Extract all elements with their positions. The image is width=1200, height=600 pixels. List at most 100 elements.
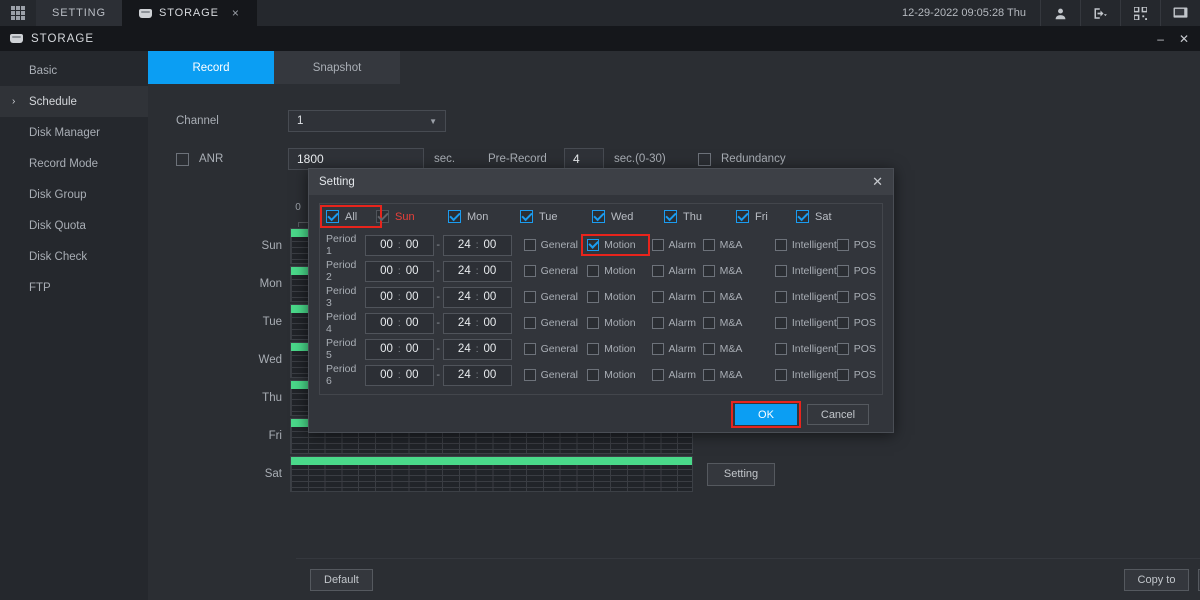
checkbox-icon[interactable] — [775, 265, 787, 277]
checkbox-icon[interactable] — [796, 210, 809, 223]
event-pos[interactable]: POS — [837, 239, 876, 251]
checkbox-icon[interactable] — [587, 343, 599, 355]
event-ma[interactable]: M&A — [703, 265, 761, 277]
event-general[interactable]: General — [524, 291, 587, 303]
ok-button[interactable]: OK — [735, 404, 797, 425]
sidebar-item-disk-check[interactable]: Disk Check — [0, 241, 148, 272]
day-checkbox-all[interactable]: All — [326, 210, 376, 223]
event-alarm[interactable]: Alarm — [652, 343, 703, 355]
default-button[interactable]: Default — [310, 569, 373, 591]
period-start-time[interactable]: 00 : 00 — [365, 261, 434, 282]
checkbox-icon[interactable] — [652, 239, 664, 251]
close-icon[interactable]: × — [232, 6, 240, 20]
event-intelligent[interactable]: Intelligent — [775, 291, 837, 303]
copy-to-button[interactable]: Copy to — [1124, 569, 1190, 591]
event-alarm[interactable]: Alarm — [652, 369, 703, 381]
user-icon[interactable] — [1040, 0, 1080, 26]
checkbox-icon[interactable] — [524, 239, 536, 251]
topbar-tab-setting[interactable]: SETTING — [36, 0, 123, 26]
checkbox-icon[interactable] — [664, 210, 677, 223]
period-end-time[interactable]: 24 : 00 — [443, 313, 512, 334]
event-intelligent[interactable]: Intelligent — [775, 317, 837, 329]
minimize-icon[interactable]: – — [1157, 32, 1165, 46]
period-start-time[interactable]: 00 : 00 — [365, 235, 434, 256]
checkbox-icon[interactable] — [775, 317, 787, 329]
day-checkbox-thu[interactable]: Thu — [664, 210, 736, 223]
close-icon[interactable]: ✕ — [872, 174, 883, 190]
sidebar-item-disk-group[interactable]: Disk Group — [0, 179, 148, 210]
checkbox-icon[interactable] — [736, 210, 749, 223]
sidebar-item-disk-quota[interactable]: Disk Quota — [0, 210, 148, 241]
checkbox-icon[interactable] — [587, 317, 599, 329]
checkbox-icon[interactable] — [652, 265, 664, 277]
event-motion[interactable]: Motion — [587, 239, 643, 251]
checkbox-icon[interactable] — [775, 369, 787, 381]
period-start-time[interactable]: 00 : 00 — [365, 313, 434, 334]
checkbox-icon[interactable] — [587, 369, 599, 381]
event-alarm[interactable]: Alarm — [652, 265, 703, 277]
schedule-track[interactable] — [290, 456, 693, 492]
event-intelligent[interactable]: Intelligent — [775, 239, 837, 251]
topbar-tab-storage[interactable]: STORAGE × — [123, 0, 257, 26]
event-intelligent[interactable]: Intelligent — [775, 343, 837, 355]
checkbox-icon[interactable] — [837, 317, 849, 329]
event-ma[interactable]: M&A — [703, 239, 761, 251]
event-pos[interactable]: POS — [837, 343, 876, 355]
event-alarm[interactable]: Alarm — [652, 317, 703, 329]
checkbox-icon[interactable] — [703, 343, 715, 355]
event-pos[interactable]: POS — [837, 291, 876, 303]
event-motion[interactable]: Motion — [587, 343, 643, 355]
checkbox-icon[interactable] — [837, 343, 849, 355]
channel-select[interactable]: 1 ▼ — [288, 110, 446, 132]
checkbox-icon[interactable] — [652, 317, 664, 329]
checkbox-icon[interactable] — [775, 291, 787, 303]
event-ma[interactable]: M&A — [703, 369, 761, 381]
checkbox-icon[interactable] — [524, 369, 536, 381]
event-general[interactable]: General — [524, 265, 587, 277]
event-motion[interactable]: Motion — [587, 369, 643, 381]
event-ma[interactable]: M&A — [703, 317, 761, 329]
event-intelligent[interactable]: Intelligent — [775, 265, 837, 277]
checkbox-icon[interactable] — [837, 369, 849, 381]
sidebar-item-disk-manager[interactable]: Disk Manager — [0, 117, 148, 148]
checkbox-icon[interactable] — [775, 343, 787, 355]
period-end-time[interactable]: 24 : 00 — [443, 235, 512, 256]
day-checkbox-fri[interactable]: Fri — [736, 210, 796, 223]
prerecord-input[interactable]: 4 — [564, 148, 604, 170]
sidebar-item-ftp[interactable]: FTP — [0, 272, 148, 303]
day-checkbox-wed[interactable]: Wed — [592, 210, 664, 223]
checkbox-icon[interactable] — [837, 265, 849, 277]
grid-menu-button[interactable] — [0, 0, 36, 26]
sidebar-item-schedule[interactable]: › Schedule — [0, 86, 148, 117]
checkbox-icon[interactable] — [587, 291, 599, 303]
event-general[interactable]: General — [524, 369, 587, 381]
event-general[interactable]: General — [524, 239, 587, 251]
event-general[interactable]: General — [524, 343, 587, 355]
day-checkbox-mon[interactable]: Mon — [448, 210, 520, 223]
monitor-icon[interactable] — [1160, 0, 1200, 26]
event-motion[interactable]: Motion — [587, 317, 643, 329]
checkbox-icon[interactable] — [592, 210, 605, 223]
checkbox-icon[interactable] — [703, 265, 715, 277]
checkbox-icon[interactable] — [524, 343, 536, 355]
logout-icon[interactable] — [1080, 0, 1120, 26]
event-motion[interactable]: Motion — [587, 291, 643, 303]
tab-record[interactable]: Record — [148, 51, 274, 84]
close-icon[interactable]: ✕ — [1179, 32, 1190, 46]
period-end-time[interactable]: 24 : 00 — [443, 365, 512, 386]
day-checkbox-sun[interactable]: Sun — [376, 210, 448, 223]
checkbox-icon[interactable] — [652, 369, 664, 381]
period-start-time[interactable]: 00 : 00 — [365, 287, 434, 308]
checkbox-icon[interactable] — [703, 239, 715, 251]
period-start-time[interactable]: 00 : 00 — [365, 365, 434, 386]
checkbox-icon[interactable] — [524, 317, 536, 329]
checkbox-icon[interactable] — [376, 210, 389, 223]
sidebar-item-record-mode[interactable]: Record Mode — [0, 148, 148, 179]
qr-icon[interactable] — [1120, 0, 1160, 26]
checkbox-icon[interactable] — [837, 291, 849, 303]
event-general[interactable]: General — [524, 317, 587, 329]
anr-input[interactable]: 1800 — [288, 148, 424, 170]
period-end-time[interactable]: 24 : 00 — [443, 261, 512, 282]
checkbox-icon[interactable] — [587, 265, 599, 277]
event-pos[interactable]: POS — [837, 317, 876, 329]
